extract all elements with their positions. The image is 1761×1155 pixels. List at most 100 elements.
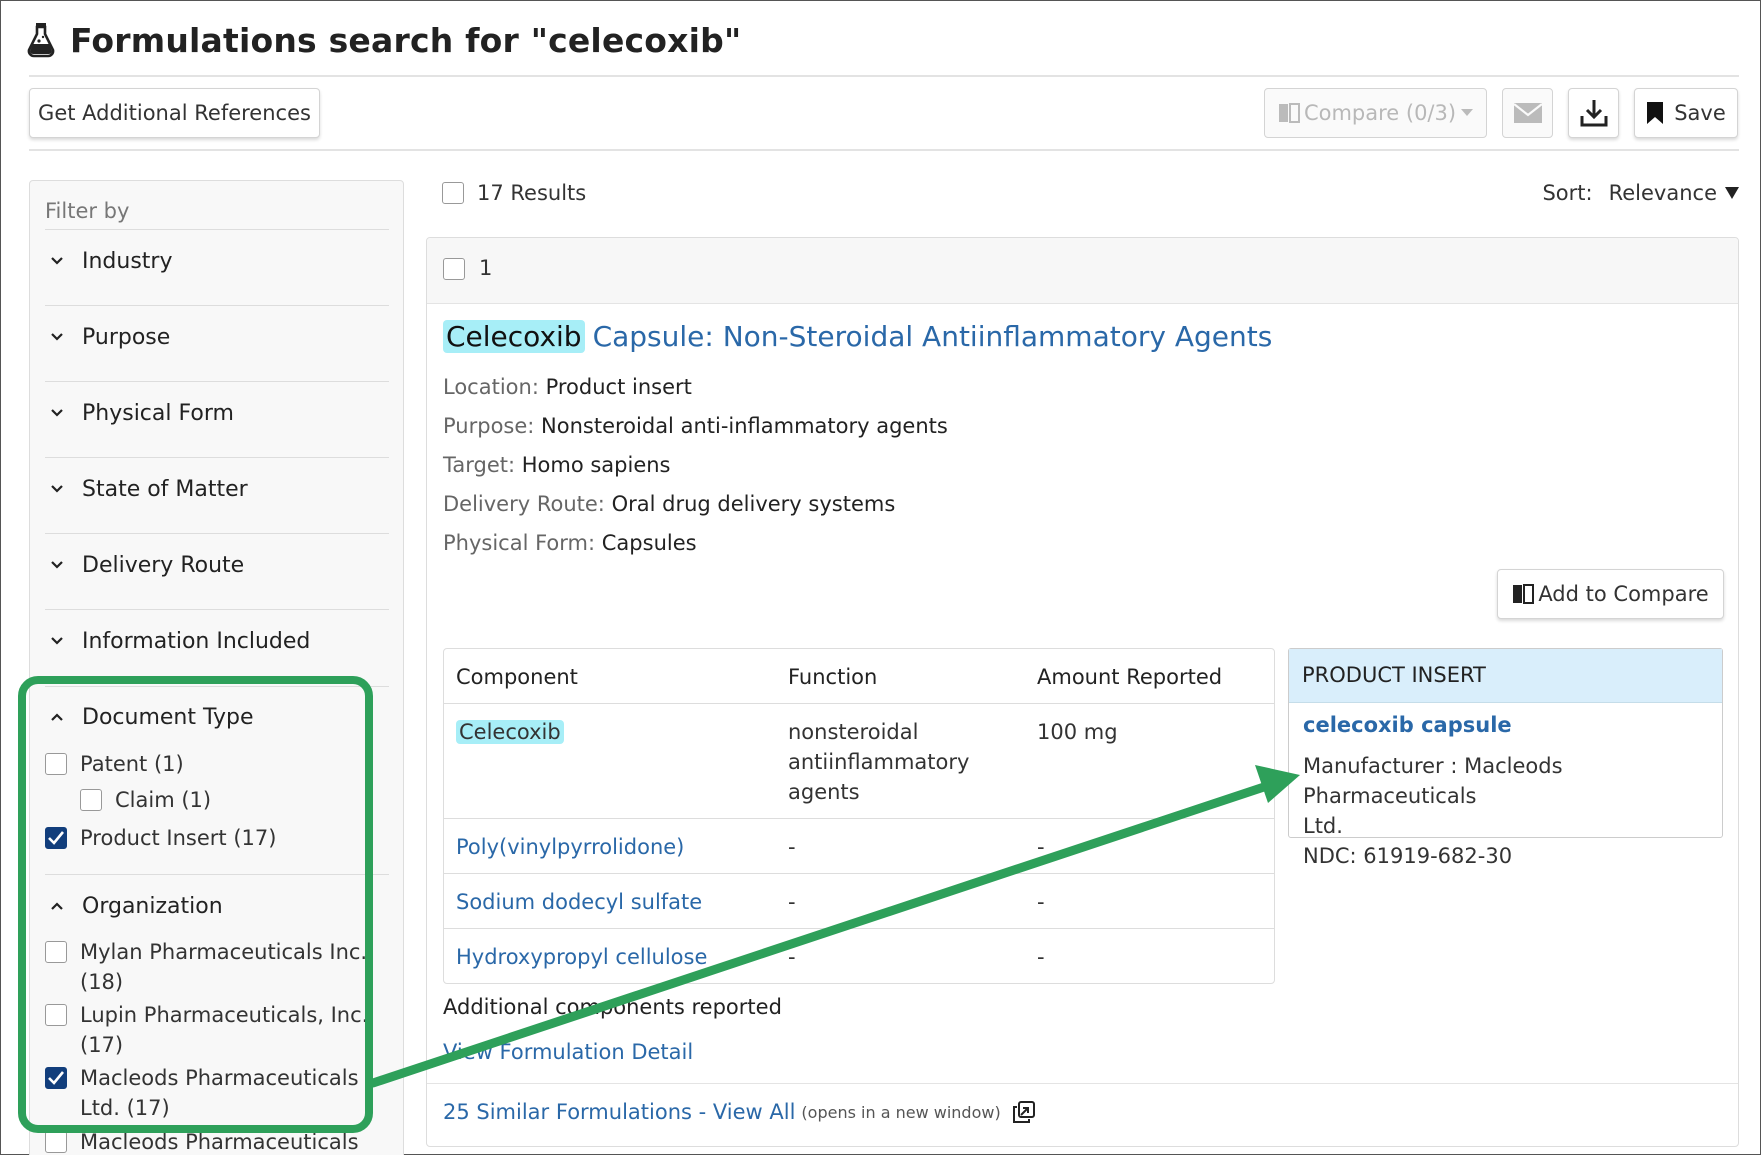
- compare-icon: [1513, 584, 1535, 604]
- meta-value: Nonsteroidal anti-inflammatory agents: [541, 414, 948, 438]
- function-cell: nonsteroidal antiinflammatory agents: [788, 717, 969, 807]
- similar-formulations-link[interactable]: 25 Similar Formulations - View All: [443, 1100, 795, 1124]
- sidebar-divider: [45, 381, 389, 382]
- manufacturer-line: Manufacturer : Macleods Pharmaceuticals: [1303, 754, 1563, 808]
- flask-icon: [27, 23, 55, 58]
- column-header-component: Component: [456, 665, 578, 689]
- meta-delivery-route: Delivery Route: Oral drug delivery syste…: [443, 492, 895, 516]
- card-footer-divider: [427, 1083, 1738, 1084]
- facet-industry[interactable]: Industry: [48, 246, 173, 276]
- amount-cell: -: [1037, 945, 1045, 969]
- external-window-icon: [1012, 1101, 1035, 1123]
- get-additional-references-label: Get Additional References: [38, 101, 311, 125]
- table-row-divider: [444, 873, 1274, 874]
- table-row-divider: [444, 818, 1274, 819]
- download-icon: [1580, 100, 1607, 127]
- amount-cell: -: [1037, 835, 1045, 859]
- product-insert-panel: PRODUCT INSERT celecoxib capsule Manufac…: [1288, 648, 1723, 868]
- facet-label: Physical Form: [82, 400, 234, 426]
- function-line: nonsteroidal: [788, 720, 919, 744]
- product-insert-link[interactable]: celecoxib capsule: [1303, 713, 1512, 737]
- meta-value: Homo sapiens: [521, 453, 671, 477]
- amount-cell: 100 mg: [1037, 720, 1118, 744]
- table-row-divider: [444, 928, 1274, 929]
- component-link[interactable]: Sodium dodecyl sulfate: [456, 887, 702, 917]
- email-button[interactable]: [1502, 88, 1553, 138]
- function-line: agents: [788, 780, 860, 804]
- chevron-down-icon: [51, 637, 63, 645]
- compare-icon: [1278, 103, 1300, 123]
- sidebar-divider: [45, 229, 389, 230]
- facet-label: Information Included: [82, 628, 311, 654]
- result-card: 1 Celecoxib Capsule: Non-Steroidal Antii…: [426, 237, 1739, 1147]
- meta-location: Location: Product insert: [443, 375, 692, 399]
- chevron-down-icon: [51, 409, 63, 417]
- meta-value: Oral drug delivery systems: [611, 492, 896, 516]
- column-header-function: Function: [788, 665, 878, 689]
- meta-key: Delivery Route:: [443, 492, 605, 516]
- component-cell: Celecoxib: [456, 717, 564, 747]
- sort-value[interactable]: Relevance: [1609, 181, 1717, 205]
- header-divider: [29, 75, 1739, 77]
- macleods-checkbox[interactable]: [45, 1131, 67, 1153]
- facet-purpose[interactable]: Purpose: [48, 322, 170, 352]
- chevron-down-icon: [51, 333, 63, 341]
- select-all-checkbox[interactable]: [442, 182, 464, 204]
- annotation-highlight-box: [18, 676, 373, 1133]
- component-highlight: Celecoxib: [456, 720, 564, 744]
- sidebar-divider: [45, 533, 389, 534]
- add-to-compare-button[interactable]: Add to Compare: [1497, 569, 1724, 619]
- result-title-link[interactable]: Celecoxib Capsule: Non-Steroidal Antiinf…: [443, 320, 1272, 353]
- facet-label: Industry: [82, 248, 173, 274]
- function-cell: -: [788, 890, 796, 914]
- facet-information-included[interactable]: Information Included: [48, 626, 310, 656]
- function-cell: -: [788, 835, 796, 859]
- chevron-down-icon: [51, 485, 63, 493]
- function-line: antiinflammatory: [788, 750, 970, 774]
- facet-label: State of Matter: [82, 476, 248, 502]
- facet-delivery-route[interactable]: Delivery Route: [48, 550, 244, 580]
- title-rest: Capsule: Non-Steroidal Antiinflammatory …: [592, 320, 1273, 353]
- result-checkbox[interactable]: [443, 258, 465, 280]
- results-count-label: 17 Results: [477, 181, 587, 205]
- get-additional-references-button[interactable]: Get Additional References: [29, 88, 320, 138]
- meta-value: Product insert: [545, 375, 692, 399]
- view-formulation-detail-link[interactable]: View Formulation Detail: [443, 1040, 693, 1064]
- compare-button[interactable]: Compare (0/3): [1264, 88, 1487, 138]
- caret-down-icon: [1461, 109, 1474, 116]
- result-index: 1: [479, 256, 493, 280]
- chevron-down-icon: [51, 257, 63, 265]
- facet-state-of-matter[interactable]: State of Matter: [48, 474, 248, 504]
- sort-control[interactable]: Sort: Relevance: [1542, 181, 1739, 205]
- component-link[interactable]: Poly(vinylpyrrolidone): [456, 832, 684, 862]
- facet-label: Purpose: [82, 324, 171, 350]
- amount-cell: -: [1037, 890, 1045, 914]
- product-insert-header: PRODUCT INSERT: [1289, 649, 1722, 703]
- product-insert-details: Manufacturer : Macleods Pharmaceuticals …: [1303, 751, 1715, 871]
- components-table: Component Function Amount Reported Celec…: [443, 648, 1275, 984]
- meta-value: Capsules: [601, 531, 697, 555]
- component-link[interactable]: Hydroxypropyl cellulose: [456, 942, 707, 972]
- results-count: 17 Results: [442, 181, 586, 205]
- sidebar-divider: [45, 305, 389, 306]
- meta-key: Physical Form:: [443, 531, 596, 555]
- page-header: Formulations search for "celecoxib": [26, 18, 741, 62]
- meta-key: Target:: [443, 453, 516, 477]
- meta-physical-form: Physical Form: Capsules: [443, 531, 697, 555]
- toolbar-divider: [29, 149, 1739, 151]
- save-label: Save: [1674, 101, 1726, 125]
- similar-formulations: 25 Similar Formulations - View All (open…: [443, 1100, 1035, 1124]
- save-button[interactable]: Save: [1634, 88, 1738, 138]
- additional-components-note: Additional components reported: [443, 995, 782, 1019]
- facet-physical-form[interactable]: Physical Form: [48, 398, 234, 428]
- meta-key: Purpose:: [443, 414, 535, 438]
- manufacturer-line: Ltd.: [1303, 814, 1343, 838]
- table-row-divider: [444, 703, 1274, 704]
- bookmark-icon: [1647, 102, 1664, 124]
- meta-target: Target: Homo sapiens: [443, 453, 671, 477]
- sidebar-divider: [45, 609, 389, 610]
- add-to-compare-label: Add to Compare: [1538, 582, 1709, 606]
- download-button[interactable]: [1568, 88, 1619, 138]
- filter-by-label: Filter by: [45, 199, 130, 223]
- caret-down-icon: [1725, 187, 1739, 199]
